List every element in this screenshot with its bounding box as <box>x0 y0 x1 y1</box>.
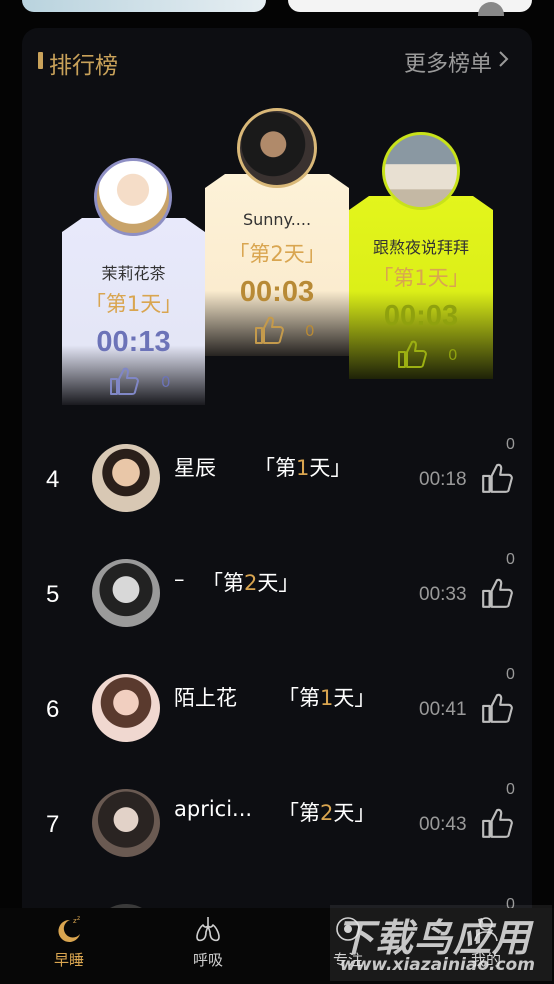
tab-label: 呼吸 <box>192 951 223 969</box>
more-rankings-link[interactable]: 更多榜单 <box>404 46 492 78</box>
podium-likes: 0 <box>161 373 171 391</box>
rank-number: 5 <box>46 581 60 608</box>
streak-day: 「第1天」 <box>278 686 376 710</box>
moon-icon: z z <box>58 915 80 942</box>
thumbs-up-icon[interactable] <box>253 314 285 346</box>
podium-time: 00:03 <box>383 300 459 332</box>
like-count: 0 <box>506 551 515 568</box>
thumbs-up-icon[interactable] <box>480 691 514 725</box>
list-item[interactable]: 7 aprici... 「第2天」 00:43 0 <box>22 773 532 873</box>
user-name: 星辰 <box>174 456 216 480</box>
avatar[interactable] <box>92 789 160 857</box>
watermark-title: 下载鸟应用 <box>336 916 532 960</box>
rank-number: 7 <box>46 811 60 838</box>
sleep-time: 00:18 <box>419 469 467 490</box>
tab-breathe[interactable]: 呼吸 <box>168 914 248 970</box>
user-name: aprici... <box>174 797 253 821</box>
list-item[interactable]: 4 星辰 「第1天」 00:18 0 <box>22 428 532 528</box>
podium-day: 「第2天」 <box>228 242 326 266</box>
leaderboard-title: 排行榜 <box>49 53 118 79</box>
podium-time: 00:03 <box>239 276 315 308</box>
svg-text:z: z <box>77 915 80 922</box>
tab-label: 早睡 <box>53 951 84 969</box>
podium-first[interactable]: 茉莉花茶 「第1天」 00:13 0 <box>62 158 205 408</box>
podium-time: 00:13 <box>96 326 171 358</box>
title-accent-bar <box>38 52 43 69</box>
rank-number: 4 <box>46 466 60 493</box>
avatar[interactable] <box>92 674 160 742</box>
site-watermark: 下载鸟应用 www.xiazainiao.com <box>330 905 552 981</box>
top-card-left[interactable] <box>22 0 266 12</box>
podium-likes: 0 <box>305 322 315 340</box>
streak-day: 「第2天」 <box>202 571 300 595</box>
streak-day: 「第2天」 <box>278 801 376 825</box>
like-count: 0 <box>506 666 515 683</box>
podium-day: 「第1天」 <box>372 266 470 290</box>
podium-day: 「第1天」 <box>84 292 183 316</box>
tab-sleep[interactable]: z z 早睡 <box>29 914 109 970</box>
podium-name: 跟熬夜说拜拜 <box>372 238 469 257</box>
like-count: 0 <box>506 781 515 798</box>
user-name: 陌上花 <box>174 686 237 710</box>
watermark-url: www.xiazainiao.com <box>340 955 535 975</box>
avatar[interactable] <box>92 559 160 627</box>
streak-day: 「第1天」 <box>254 456 352 480</box>
top-card-right[interactable] <box>288 0 532 16</box>
rank-number: 6 <box>46 696 60 723</box>
podium-name: Sunny.... <box>242 210 312 229</box>
thumbs-up-icon[interactable] <box>396 338 428 370</box>
podium-likes: 0 <box>448 346 458 364</box>
sleep-time: 00:41 <box>419 699 467 720</box>
avatar[interactable] <box>92 444 160 512</box>
thumbs-up-icon[interactable] <box>480 576 514 610</box>
avatar <box>478 2 504 16</box>
thumbs-up-icon[interactable] <box>480 461 514 495</box>
podium-second[interactable]: Sunny.... 「第2天」 00:03 0 <box>205 106 349 356</box>
leaderboard-panel: 排行榜 更多榜单 茉莉花茶 「第1天」 00:13 0 Sunny.... 「第… <box>22 28 532 984</box>
avatar[interactable] <box>94 158 172 236</box>
list-item[interactable]: 6 陌上花 「第1天」 00:41 0 <box>22 658 532 758</box>
lungs-icon <box>196 917 220 942</box>
avatar[interactable] <box>382 132 460 210</box>
avatar[interactable] <box>237 108 317 188</box>
podium-third[interactable]: 跟熬夜说拜拜 「第1天」 00:03 0 <box>349 132 493 382</box>
chevron-right-icon[interactable] <box>492 48 514 70</box>
thumbs-up-icon[interactable] <box>480 806 514 840</box>
podium-name: 茉莉花茶 <box>101 264 166 283</box>
list-item[interactable]: 5 – 「第2天」 00:33 0 <box>22 543 532 643</box>
like-count: 0 <box>506 436 515 453</box>
thumbs-up-icon[interactable] <box>108 365 140 397</box>
sleep-time: 00:33 <box>419 584 467 605</box>
sleep-time: 00:43 <box>419 814 467 835</box>
user-name: – <box>174 567 185 591</box>
